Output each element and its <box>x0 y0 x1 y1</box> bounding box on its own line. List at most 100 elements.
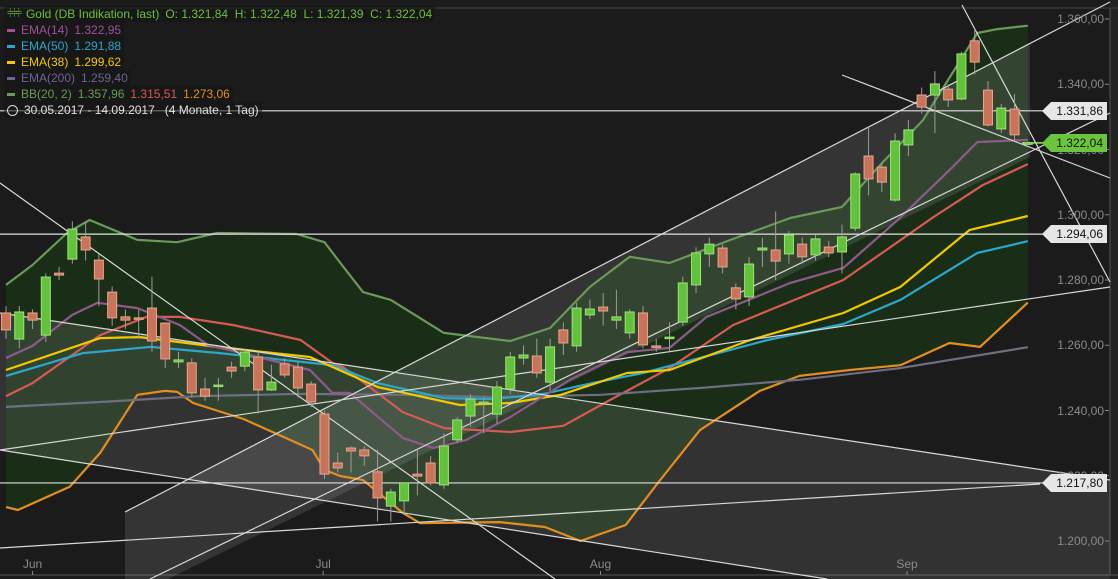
legend-instrument[interactable]: ⫩⫩⫩ Gold (DB Indikation, last) O: 1.321,… <box>4 6 436 22</box>
legend-ema14[interactable]: EMA(14) 1.322,95 <box>4 22 125 38</box>
legend-bb[interactable]: BB(20, 2) 1.357,96 1.315,51 1.273,06 <box>4 86 233 102</box>
candle-body <box>651 345 662 348</box>
candle-body <box>452 419 463 441</box>
price-line-tag: 1.294,06 <box>1042 225 1107 244</box>
ema200-label: EMA(200) <box>21 71 76 85</box>
candle-body <box>691 252 702 286</box>
candle-body <box>146 307 157 342</box>
candle-up[interactable] <box>850 172 861 232</box>
candle-body <box>571 307 582 347</box>
candle-body <box>1009 108 1020 136</box>
candle-body <box>186 362 197 394</box>
date-range: 30.05.2017 - 14.09.2017 (4 Monate, 1 Tag… <box>24 103 259 117</box>
legend-ema50[interactable]: EMA(50) 1.291,88 <box>4 38 125 54</box>
candle-body <box>425 462 436 484</box>
x-tick-label: Jul <box>315 557 331 571</box>
candle-body <box>399 482 410 502</box>
candle-body <box>359 449 370 457</box>
candle-body <box>850 173 861 229</box>
ema14-label: EMA(14) <box>21 23 69 37</box>
right-panel <box>1110 0 1118 579</box>
candle-body <box>823 246 834 254</box>
y-tick-label: 1.360,00 <box>1057 12 1104 26</box>
candle-body <box>717 247 728 268</box>
candle-down[interactable] <box>637 306 648 349</box>
legend-date-range: 30.05.2017 - 14.09.2017 (4 Monate, 1 Tag… <box>4 102 262 118</box>
candle-body <box>27 312 38 321</box>
candle-up[interactable] <box>571 302 582 352</box>
candle-body <box>545 346 556 383</box>
candle-up[interactable] <box>505 351 516 395</box>
candle-body <box>306 383 317 403</box>
candle-body <box>744 263 755 298</box>
candle-body <box>40 276 51 336</box>
candle-up[interactable] <box>956 51 967 101</box>
candle-down[interactable] <box>186 358 197 398</box>
candle-up[interactable] <box>452 417 463 444</box>
candle-body <box>200 388 211 397</box>
candle-body <box>903 129 914 146</box>
candle-body <box>624 311 635 334</box>
bb-upper-value: 1.357,96 <box>77 87 125 101</box>
candle-body <box>465 398 476 417</box>
candle-body <box>14 311 25 340</box>
candle-body <box>783 234 794 255</box>
candle-body <box>491 386 502 415</box>
candle-body <box>292 366 303 389</box>
candlestick-icon: ⫩⫩⫩ <box>7 8 22 20</box>
x-tick-label: Jun <box>22 557 43 571</box>
legend-ema200[interactable]: EMA(200) 1.259,40 <box>4 70 131 86</box>
ema38-swatch <box>7 60 15 64</box>
ema50-swatch <box>7 44 15 48</box>
bb-mid-value: 1.315,51 <box>130 87 178 101</box>
candle-body <box>677 282 688 323</box>
candle-body <box>730 287 741 300</box>
x-tick-label: Aug <box>589 557 612 571</box>
candle-body <box>319 413 330 475</box>
x-tick-label: Sep <box>896 557 918 571</box>
ema200-value: 1.259,40 <box>81 71 128 85</box>
ema200-swatch <box>7 76 15 80</box>
candle-body <box>213 384 224 388</box>
candle-body <box>996 107 1007 130</box>
ema14-swatch <box>7 28 15 32</box>
ema38-value: 1.299,62 <box>74 55 122 69</box>
candle-body <box>332 462 343 469</box>
candle-up[interactable] <box>996 103 1007 134</box>
bb-lower-value: 1.273,06 <box>183 87 230 101</box>
candle-body <box>969 40 980 63</box>
candle-body <box>505 356 516 390</box>
clock-icon <box>7 104 18 116</box>
candle-body <box>598 306 609 312</box>
candle-body <box>253 356 264 391</box>
y-tick-label: 1.260,00 <box>1057 338 1104 353</box>
candle-body <box>133 317 144 320</box>
candle-body <box>611 316 622 321</box>
candle-body <box>266 381 277 391</box>
candle-up[interactable] <box>40 273 51 342</box>
candle-body <box>956 53 967 100</box>
candle-body <box>518 354 529 359</box>
candle-body <box>372 471 383 499</box>
candle-up[interactable] <box>677 276 688 326</box>
candle-body <box>1022 142 1033 145</box>
candle-down[interactable] <box>319 410 330 480</box>
candle-body <box>93 259 104 280</box>
ema50-label: EMA(50) <box>21 39 69 53</box>
candle-body <box>757 247 768 251</box>
price-line-tag: 1.331,86 <box>1042 101 1107 120</box>
ohlc-values: O: 1.321,84 H: 1.322,48 L: 1.321,39 C: 1… <box>165 7 433 21</box>
candle-body <box>558 329 569 344</box>
candle-body <box>160 322 171 360</box>
candle-body <box>876 166 887 183</box>
legend-ema38[interactable]: EMA(38) 1.299,62 <box>4 54 125 70</box>
candle-up[interactable] <box>890 133 901 202</box>
candle-body <box>226 366 237 372</box>
y-tick-label: 1.200,00 <box>1057 534 1104 548</box>
candle-body <box>385 491 396 507</box>
candle-body <box>890 140 901 201</box>
candle-body <box>531 355 542 374</box>
price-line-tag: 1.217,80 <box>1042 473 1107 492</box>
y-tick-label: 1.280,00 <box>1057 273 1104 287</box>
candle-body <box>797 243 808 258</box>
